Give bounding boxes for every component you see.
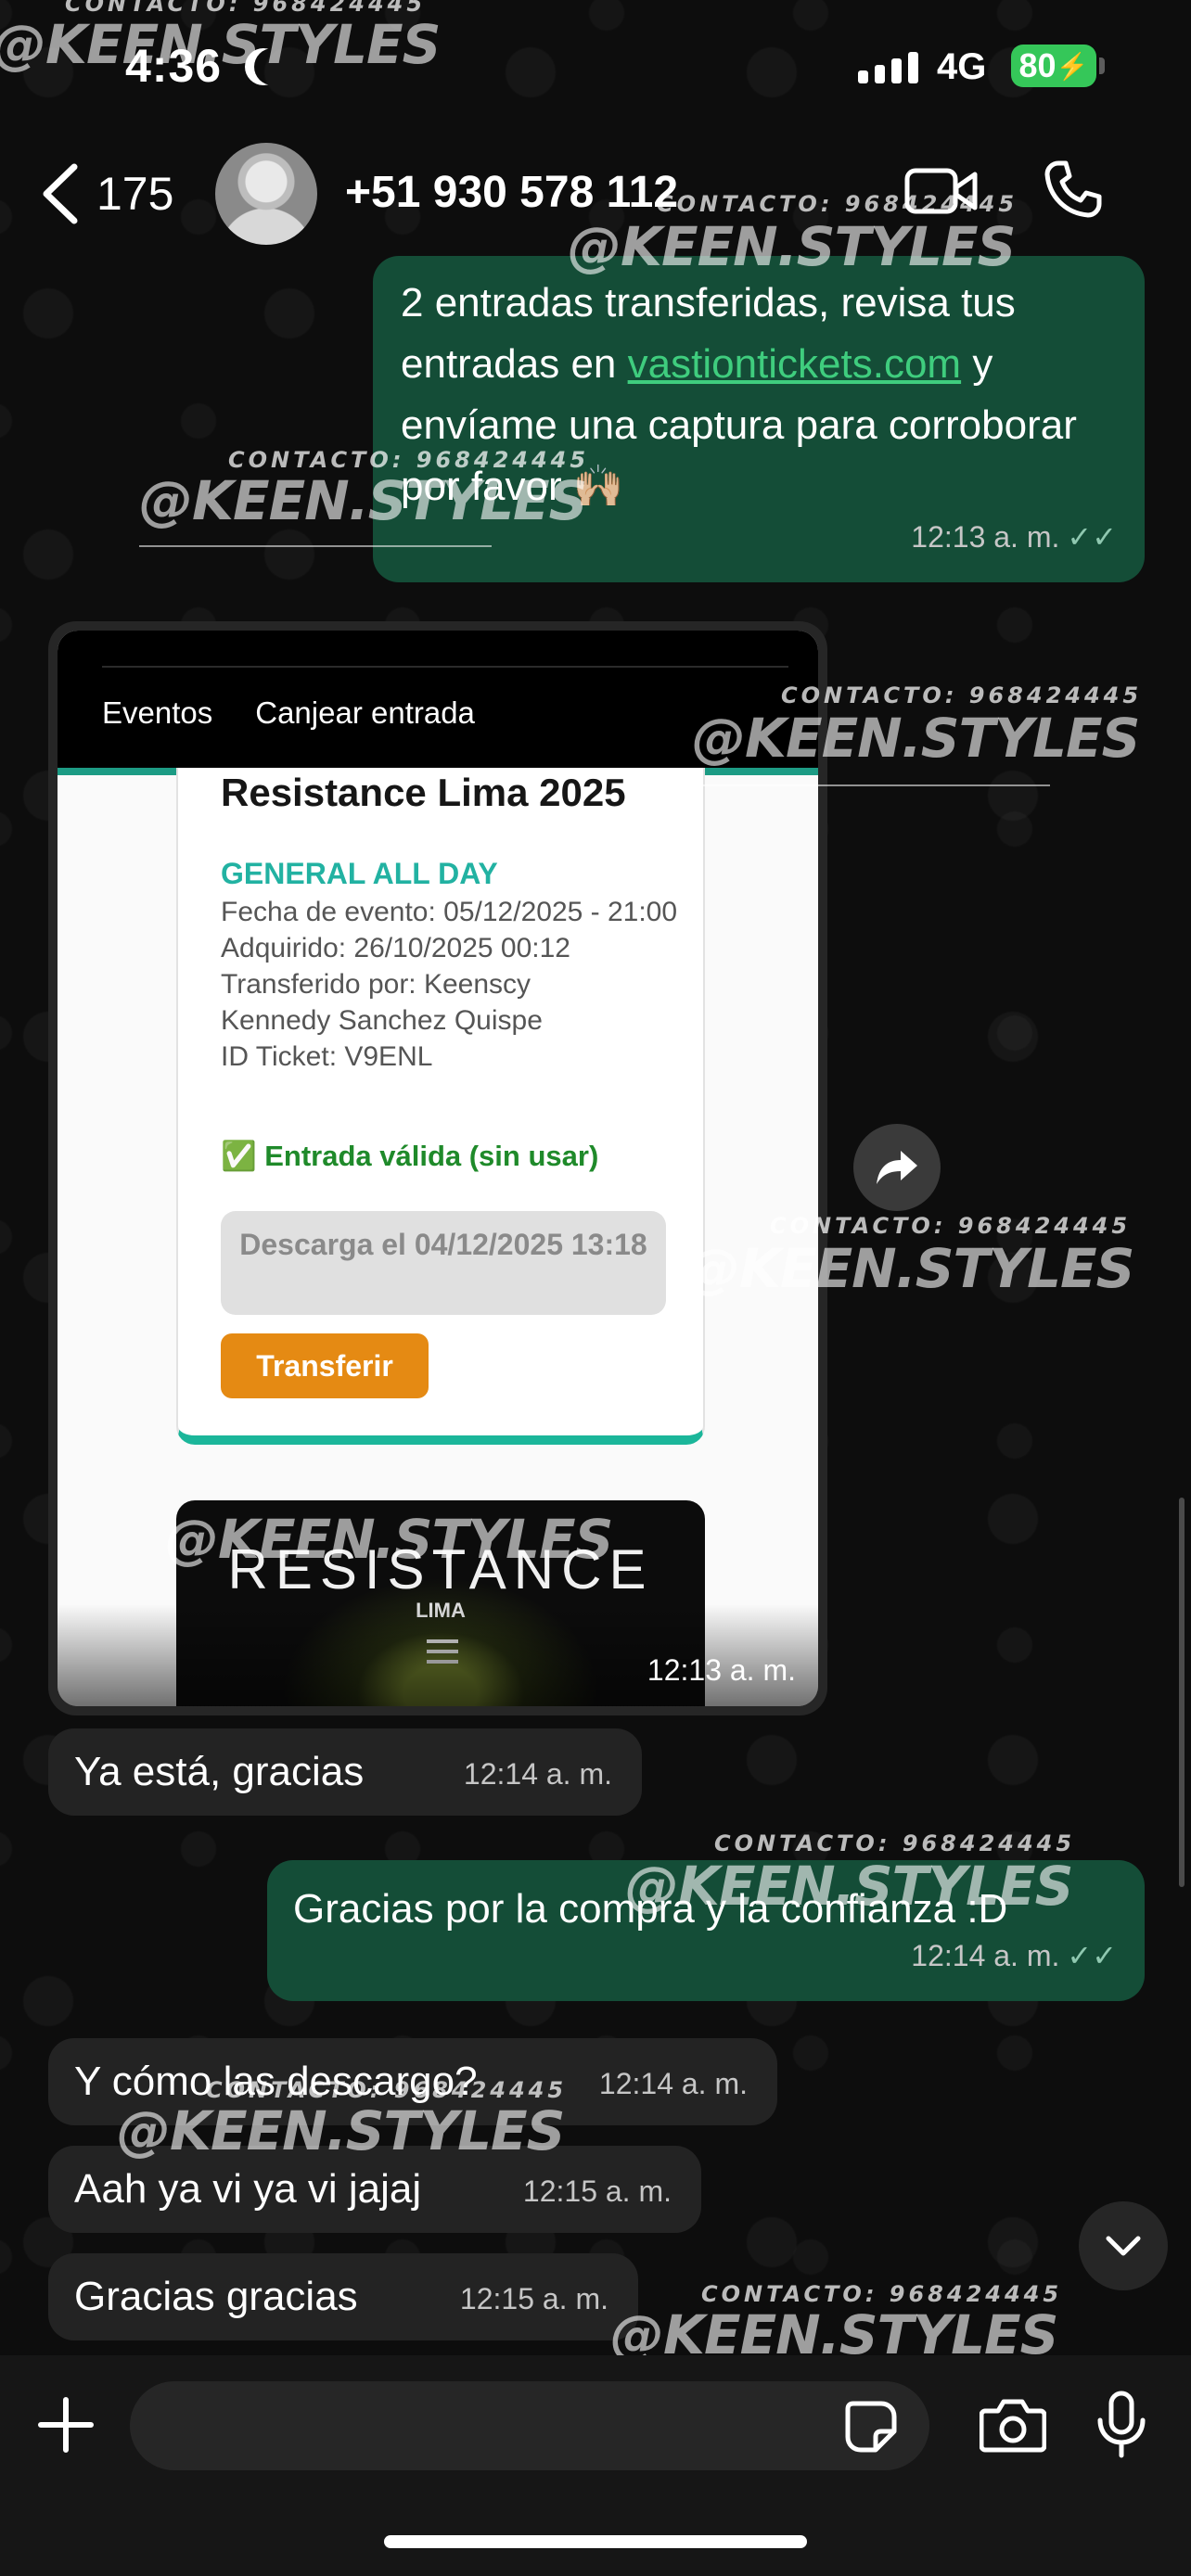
ticket-transfer-button: Transferir — [221, 1333, 429, 1398]
chat-scrollbar[interactable] — [1179, 1498, 1185, 1887]
contact-name[interactable]: +51 930 578 112 — [345, 167, 678, 218]
battery-charging-icon: ⚡ — [1056, 51, 1089, 81]
ticket-transferred-by: Transferido por: Keenscy — [221, 969, 531, 1000]
watermark-handle: @KEEN.STYLES — [568, 215, 1016, 278]
battery-level: 80 ⚡ — [1011, 45, 1096, 87]
message-time: 12:15 a. m. — [459, 2282, 608, 2315]
phone-call-icon[interactable] — [1044, 159, 1103, 219]
watermark-contact: CONTACTO: 968424445 — [714, 1830, 1076, 1856]
unread-count[interactable]: 175 — [96, 167, 173, 221]
camera-icon[interactable] — [980, 2396, 1046, 2454]
screenshot-divider — [102, 666, 788, 668]
read-ticks-icon: ✓✓ — [1067, 1939, 1117, 1972]
message-meta: 12:14 a. m. ✓✓ — [911, 1925, 1117, 1986]
home-indicator[interactable] — [384, 2535, 807, 2548]
watermark-handle: @KEEN.STYLES — [139, 469, 587, 532]
forward-arrow-icon — [877, 1151, 917, 1184]
watermark-contact: CONTACTO: 968424445 — [657, 191, 1018, 217]
watermark-contact: CONTACTO: 968424445 — [770, 1213, 1132, 1239]
message-input[interactable] — [130, 2381, 929, 2470]
screenshot-nav-events: Eventos — [102, 695, 213, 730]
watermark-handle: @KEEN.STYLES — [0, 13, 441, 76]
signal-icon — [858, 52, 918, 83]
watermark-handle: @KEEN.STYLES — [165, 1508, 613, 1571]
watermark-line — [139, 545, 492, 547]
ticket-valid-status: ✅ Entrada válida (sin usar) — [221, 1140, 599, 1172]
attach-plus-icon[interactable] — [37, 2396, 95, 2454]
watermark-contact: CONTACTO: 968424445 — [781, 682, 1143, 708]
ticket-event-title: Resistance Lima 2025 — [221, 771, 626, 814]
watermark-handle: @KEEN.STYLES — [692, 707, 1140, 770]
message-time: 12:14 a. m. — [463, 1757, 612, 1791]
battery-tip — [1099, 57, 1105, 74]
ticket-details: Fecha de evento: 05/12/2025 - 21:00 Adqu… — [221, 894, 685, 1075]
ticket-owner: Kennedy Sanchez Quispe — [221, 1005, 543, 1036]
screenshot-nav: Eventos Canjear entrada — [102, 695, 475, 731]
contact-avatar[interactable] — [215, 143, 317, 245]
forward-button[interactable] — [853, 1124, 941, 1211]
watermark-handle: @KEEN.STYLES — [686, 1237, 1134, 1300]
scroll-to-bottom-button[interactable] — [1079, 2201, 1168, 2290]
ticket-acquired: Adquirido: 26/10/2025 00:12 — [221, 933, 570, 963]
ticket-id: ID Ticket: V9ENL — [221, 1041, 433, 1072]
screenshot-nav-redeem: Canjear entrada — [255, 695, 475, 730]
message-time: 12:13 a. m. — [647, 1653, 796, 1687]
read-ticks-icon: ✓✓ — [1067, 520, 1117, 554]
message-bubble-incoming[interactable]: Ya está, gracias 12:14 a. m. — [48, 1728, 642, 1816]
message-time: 12:14 a. m. — [598, 2067, 748, 2100]
watermark-line — [692, 784, 1050, 786]
battery-level-text: 80 — [1018, 46, 1057, 84]
message-time: 12:15 a. m. — [522, 2174, 672, 2208]
message-meta: 12:13 a. m. ✓✓ — [911, 506, 1117, 567]
message-link[interactable]: vastiontickets.com — [628, 341, 961, 387]
ticket-type: GENERAL ALL DAY — [221, 857, 498, 890]
message-time: 12:13 a. m. — [911, 520, 1060, 554]
message-time: 12:14 a. m. — [911, 1939, 1060, 1972]
message-bubble-outgoing[interactable]: 2 entradas transferidas, revisa tus entr… — [373, 256, 1145, 582]
ticket-download-button: Descarga el 04/12/2025 13:18 — [221, 1211, 666, 1315]
back-chevron-icon[interactable] — [35, 161, 87, 226]
network-type: 4G — [937, 46, 987, 87]
watermark-handle: @KEEN.STYLES — [625, 1855, 1073, 1918]
ticket-event-date: Fecha de evento: 05/12/2025 - 21:00 — [221, 897, 678, 927]
ticket-card: Resistance Lima 2025 GENERAL ALL DAY Fec… — [176, 768, 705, 1445]
sticker-icon[interactable] — [844, 2400, 898, 2454]
watermark-handle: @KEEN.STYLES — [117, 2099, 565, 2162]
chevron-down-icon — [1106, 2236, 1141, 2256]
microphone-icon[interactable] — [1095, 2391, 1148, 2459]
message-bubble-incoming[interactable]: Gracias gracias 12:15 a. m. — [48, 2253, 638, 2340]
